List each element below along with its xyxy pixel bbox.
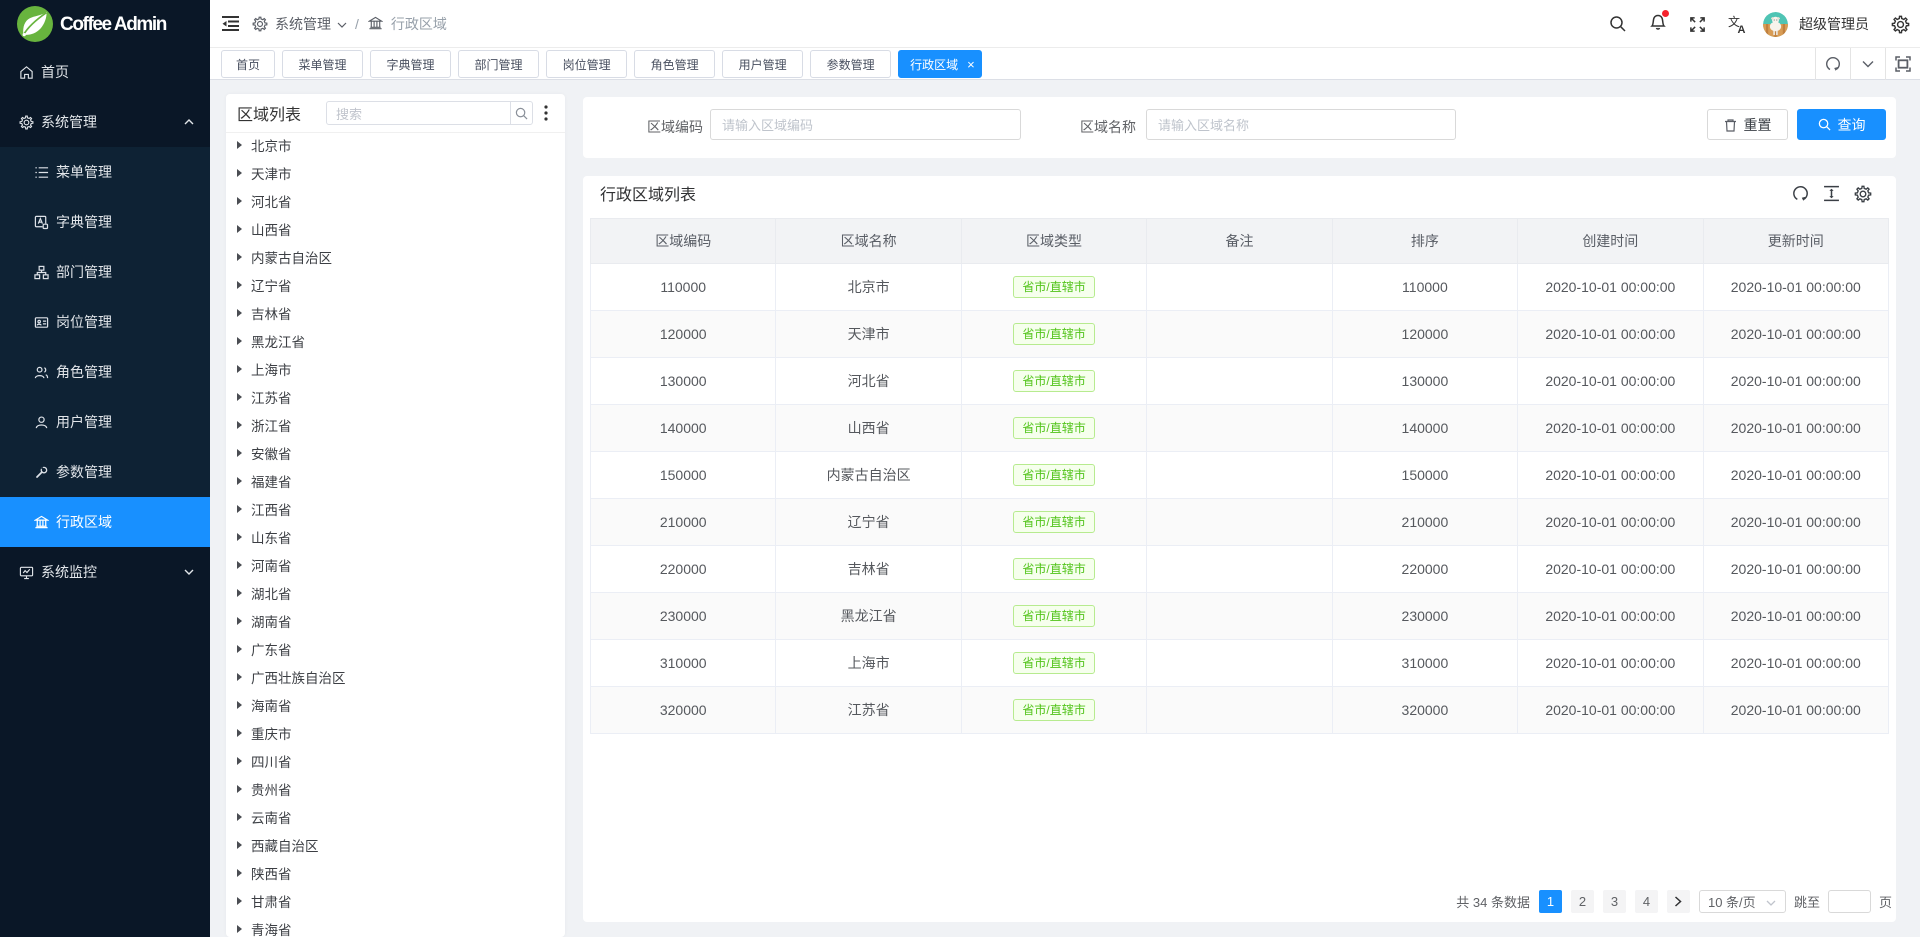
svg-text:A: A (1738, 24, 1746, 34)
